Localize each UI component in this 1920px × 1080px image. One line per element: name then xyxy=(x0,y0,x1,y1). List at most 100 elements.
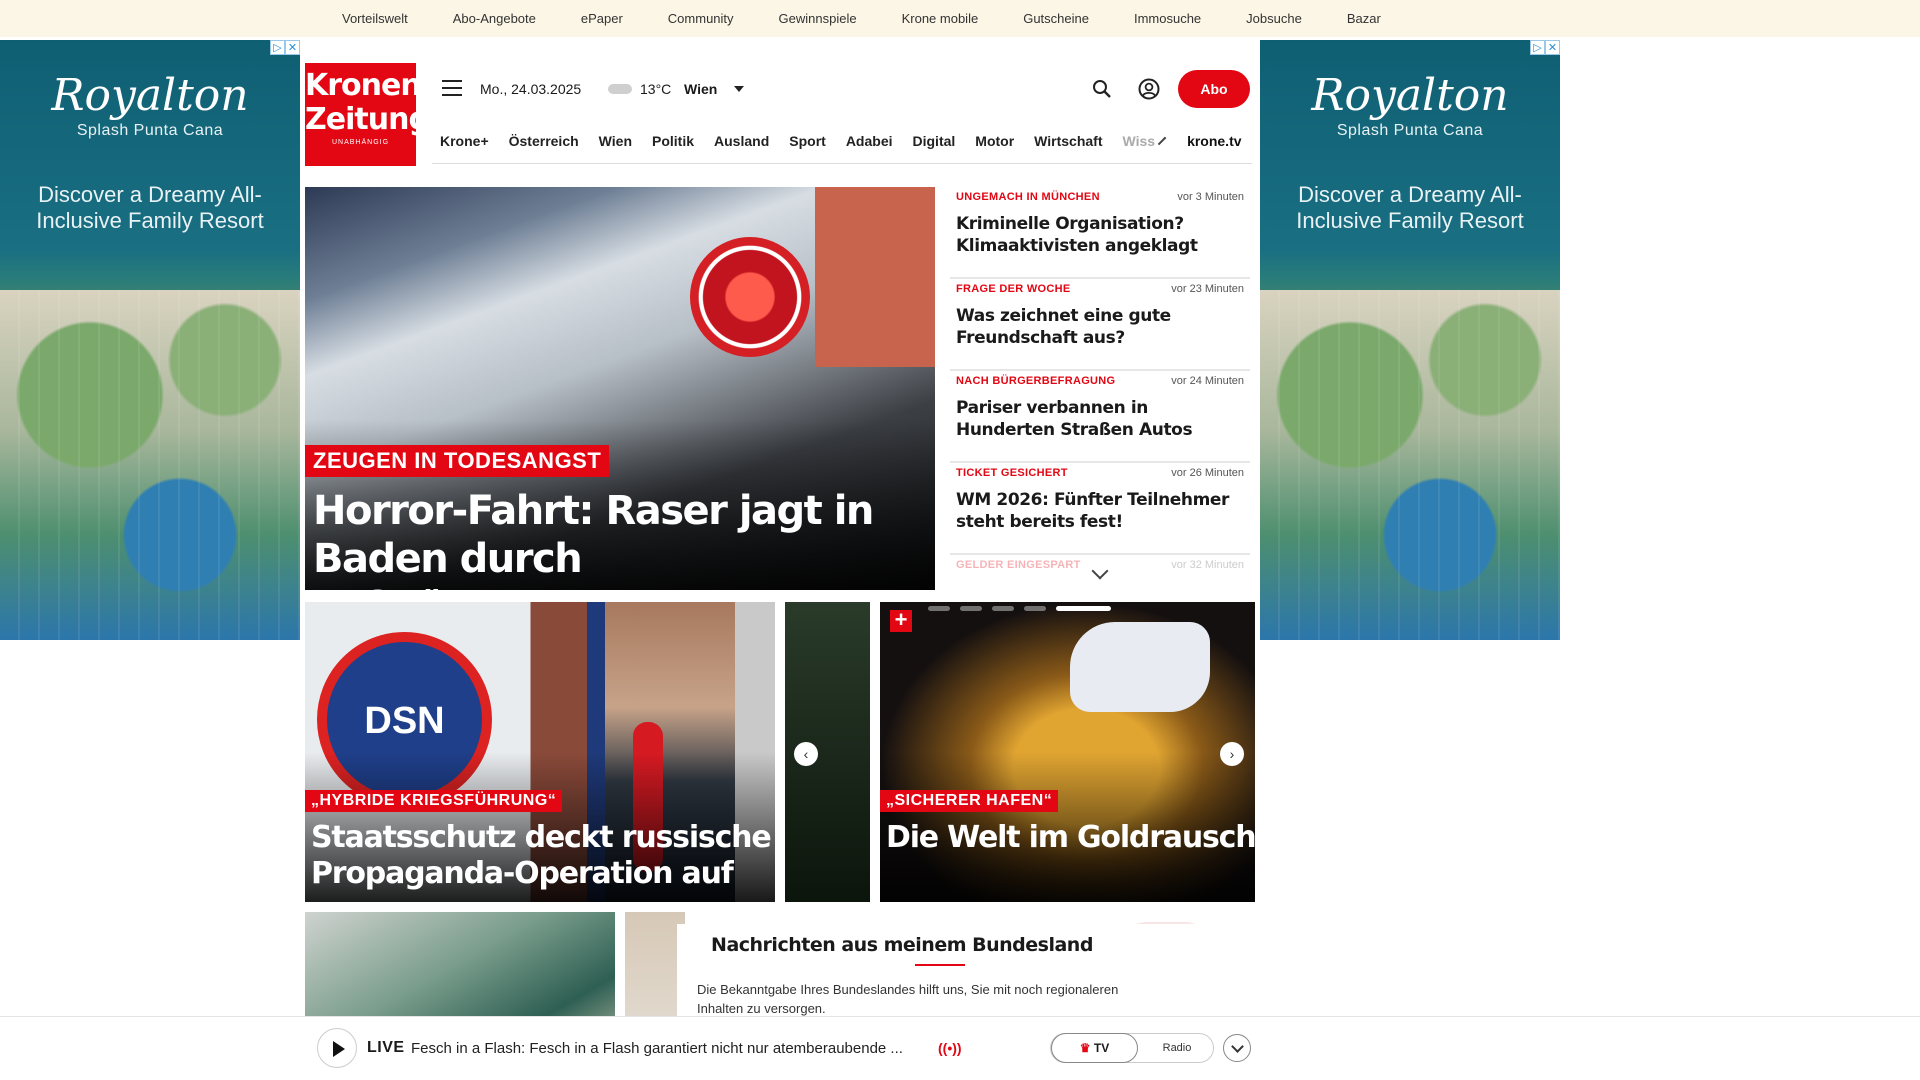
ad-resort-image xyxy=(1260,290,1560,640)
ad-resort-image xyxy=(0,290,300,640)
hero-article[interactable]: ZEUGEN IN TODESANGST Horror-Fahrt: Raser… xyxy=(305,187,935,590)
ad-banner-right[interactable]: ▷ ✕ Royalton Splash Punta Cana Discover … xyxy=(1260,40,1560,640)
ad-close-icon[interactable]: ✕ xyxy=(285,40,300,55)
ticker-item[interactable]: NACH BÜRGERBEFRAGUNG vor 24 Minuten Pari… xyxy=(950,371,1250,463)
service-link-immosuche[interactable]: Immosuche xyxy=(1134,11,1201,26)
carousel-next-icon[interactable]: › xyxy=(1220,742,1244,766)
city-selector[interactable]: Wien xyxy=(684,81,717,97)
cloud-icon xyxy=(608,84,632,94)
chevron-right-icon[interactable] xyxy=(1157,136,1167,145)
hero-image-wall xyxy=(815,187,935,367)
ticker-time: vor 24 Minuten xyxy=(1171,375,1244,387)
broadcast-icon: ((•)) xyxy=(938,1040,962,1056)
nav-item-krone-tv[interactable]: krone.tv xyxy=(1187,133,1241,149)
carousel-card[interactable]: + „SICHERER HAFEN“ Die Welt im Goldrausc… xyxy=(880,602,1255,902)
ticker-item[interactable]: UNGEMACH IN MÜNCHEN vor 3 Minuten Krimin… xyxy=(950,187,1250,279)
ticker-title: Kriminelle Organisation? Klimaaktivisten… xyxy=(956,214,1198,256)
bundesland-text: Die Bekanntgabe Ihres Bundeslandes hilft… xyxy=(697,982,1119,1016)
radio-toggle-option[interactable]: Radio xyxy=(1147,1034,1207,1062)
play-icon[interactable] xyxy=(317,1028,357,1068)
current-date: Mo., 24.03.2025 xyxy=(480,81,582,97)
ad-tagline: Discover a Dreamy All-Inclusive Family R… xyxy=(1296,182,1524,233)
service-link-vorteilswelt[interactable]: Vorteilswelt xyxy=(342,11,408,26)
service-nav: Vorteilswelt Abo-Angebote ePaper Communi… xyxy=(342,0,1426,37)
nav-item-ausland[interactable]: Ausland xyxy=(714,133,769,149)
ticker-title: WM 2026: Fünfter Teilnehmer steht bereit… xyxy=(956,490,1230,532)
tv-radio-toggle[interactable]: ♛ TV Radio xyxy=(1050,1033,1214,1063)
ticker-time: vor 32 Minuten xyxy=(1171,559,1244,571)
service-link-bazar[interactable]: Bazar xyxy=(1347,11,1381,26)
logo-line-1: Kronen xyxy=(305,68,422,103)
expand-player-icon[interactable] xyxy=(1223,1034,1251,1062)
ad-info-icon[interactable]: ▷ xyxy=(1530,40,1545,55)
nav-item-oesterreich[interactable]: Österreich xyxy=(509,133,579,149)
card-headline-text: Die Welt im Goldrausch: Edelmetall auf R… xyxy=(886,820,1255,855)
ticker-item[interactable]: TICKET GESICHERT vor 26 Minuten WM 2026:… xyxy=(950,463,1250,555)
crown-icon: ♛ xyxy=(1079,1041,1091,1055)
main-nav: Krone+ Österreich Wien Politik Ausland S… xyxy=(432,118,1252,164)
nav-item-wissen[interactable]: Wiss xyxy=(1123,133,1156,149)
search-icon[interactable] xyxy=(1092,79,1112,99)
card-kicker: „SICHERER HAFEN“ xyxy=(880,790,1059,812)
seal-text: DSN xyxy=(364,700,445,742)
ad-info-icon[interactable]: ▷ xyxy=(270,40,285,55)
carousel-prev-icon[interactable]: ‹ xyxy=(794,742,818,766)
live-stream-title[interactable]: Fesch in a Flash: Fesch in a Flash garan… xyxy=(411,1040,903,1057)
service-link-gewinnspiele[interactable]: Gewinnspiele xyxy=(779,11,857,26)
nav-item-wien[interactable]: Wien xyxy=(599,133,632,149)
tv-toggle-option[interactable]: ♛ TV xyxy=(1051,1033,1138,1063)
tv-label: TV xyxy=(1093,1041,1110,1055)
nav-item-krone-plus[interactable]: Krone+ xyxy=(440,133,489,149)
hero-headline: Horror-Fahrt: Raser jagt in Baden durch … xyxy=(313,488,874,590)
service-link-gutscheine[interactable]: Gutscheine xyxy=(1023,11,1089,26)
live-label: LIVE xyxy=(367,1039,405,1056)
carousel-dot[interactable] xyxy=(1024,606,1046,611)
ad-choices[interactable]: ▷ ✕ xyxy=(1530,40,1560,55)
nav-item-sport[interactable]: Sport xyxy=(789,133,826,149)
ad-choices[interactable]: ▷ ✕ xyxy=(270,40,300,55)
nav-item-digital[interactable]: Digital xyxy=(913,133,956,149)
kronen-zeitung-logo[interactable]: Kronen Zeitung UNABHÄNGIG xyxy=(305,63,430,166)
krone-plus-icon: + xyxy=(890,609,912,632)
temperature: 13°C xyxy=(640,81,672,97)
carousel-pagination xyxy=(928,606,1121,611)
police-stop-sign-image xyxy=(690,237,810,357)
ticker-title: Pariser verbannen in Hunderten Straßen A… xyxy=(956,398,1193,440)
chevron-down-icon[interactable] xyxy=(734,86,744,92)
service-link-epaper[interactable]: ePaper xyxy=(581,11,623,26)
ad-brand: Royalton xyxy=(1311,70,1509,121)
carousel-dot[interactable] xyxy=(960,606,982,611)
bundesland-title: Nachrichten aus meinem Bundesland xyxy=(711,934,1093,956)
ticker-time: vor 3 Minuten xyxy=(1177,191,1244,203)
logo-line-2: Zeitung xyxy=(305,102,430,137)
service-link-abo-angebote[interactable]: Abo-Angebote xyxy=(453,11,536,26)
ticker-item[interactable]: FRAGE DER WOCHE vor 23 Minuten Was zeich… xyxy=(950,279,1250,371)
ad-subtitle: Splash Punta Cana xyxy=(1336,122,1484,139)
card-kicker: „HYBRIDE KRIEGSFÜHRUNG“ xyxy=(305,790,563,812)
user-account-icon[interactable] xyxy=(1138,78,1160,100)
logo-claim: UNABHÄNGIG xyxy=(331,139,390,146)
card-headline: Staatsschutz deckt russische Propaganda-… xyxy=(311,820,772,891)
card-headline: Die Welt im Goldrausch: Edelmetall auf R… xyxy=(886,820,1255,856)
top-service-bar: Vorteilswelt Abo-Angebote ePaper Communi… xyxy=(0,0,1920,37)
hero-kicker: ZEUGEN IN TODESANGST xyxy=(305,445,610,477)
hamburger-menu-icon[interactable] xyxy=(442,80,462,96)
carousel-dot[interactable] xyxy=(928,606,950,611)
carousel-dot-active[interactable] xyxy=(1056,606,1111,611)
glove-image xyxy=(1070,622,1210,712)
service-link-krone-mobile[interactable]: Krone mobile xyxy=(902,11,979,26)
nav-item-politik[interactable]: Politik xyxy=(652,133,694,149)
service-link-community[interactable]: Community xyxy=(668,11,734,26)
ad-close-icon[interactable]: ✕ xyxy=(1545,40,1560,55)
ad-banner-left[interactable]: ▷ ✕ Royalton Splash Punta Cana Discover … xyxy=(0,40,300,640)
service-link-jobsuche[interactable]: Jobsuche xyxy=(1246,11,1302,26)
carousel-card[interactable]: DSN „HYBRIDE KRIEGSFÜHRUNG“ Staatsschutz… xyxy=(305,602,775,902)
nav-item-motor[interactable]: Motor xyxy=(975,133,1014,149)
ticker-time: vor 26 Minuten xyxy=(1171,467,1244,479)
ad-tagline: Discover a Dreamy All-Inclusive Family R… xyxy=(36,182,264,233)
carousel-dot[interactable] xyxy=(992,606,1014,611)
ticker-time: vor 23 Minuten xyxy=(1171,283,1244,295)
abo-button[interactable]: Abo xyxy=(1178,70,1250,108)
nav-item-wirtschaft[interactable]: Wirtschaft xyxy=(1034,133,1102,149)
nav-item-adabei[interactable]: Adabei xyxy=(846,133,893,149)
